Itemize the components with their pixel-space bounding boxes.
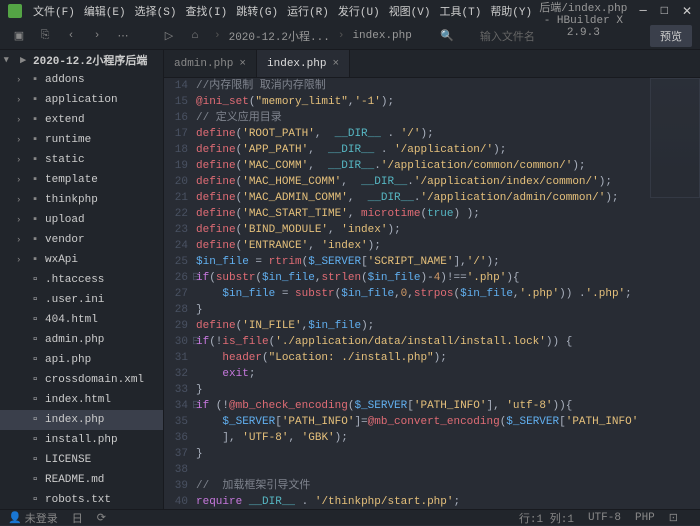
search-icon[interactable]: 🔍 <box>436 25 458 47</box>
menu-item[interactable]: 发行(U) <box>335 3 383 19</box>
minimize-button[interactable]: ─ <box>640 4 647 19</box>
tree-file[interactable]: ▫.user.ini <box>0 290 163 310</box>
editor-tab[interactable]: admin.php× <box>164 50 257 77</box>
file-explorer: ▾▸2020-12.2小程序后端 ›▪addons›▪application›▪… <box>0 50 164 509</box>
breadcrumb[interactable]: 2020-12.2小程... <box>225 28 334 44</box>
menu-item[interactable]: 跳转(G) <box>233 3 281 19</box>
menu-item[interactable]: 帮助(Y) <box>487 3 535 19</box>
tree-folder[interactable]: ›▪application <box>0 90 163 110</box>
preview-button[interactable]: 预览 <box>650 25 692 47</box>
tree-folder[interactable]: ›▪addons <box>0 70 163 90</box>
menu-item[interactable]: 选择(S) <box>132 3 180 19</box>
close-icon[interactable]: × <box>332 58 339 70</box>
tree-folder[interactable]: ›▪extend <box>0 110 163 130</box>
tree-folder[interactable]: ›▪static <box>0 150 163 170</box>
status-bar: 👤 未登录 日 ⟳ 行:1 列:1 UTF-8 PHP ⊡ <box>0 509 700 525</box>
tree-file[interactable]: ▫api.php <box>0 350 163 370</box>
close-icon[interactable]: × <box>239 58 246 70</box>
sync-icon[interactable]: 日 <box>72 510 83 526</box>
editor: admin.php×index.php× 1415161718192021222… <box>164 50 700 509</box>
tree-file[interactable]: ▫.htaccess <box>0 270 163 290</box>
code-area[interactable]: 14151617181920212223242526⊟27282930⊟3132… <box>164 78 700 509</box>
menu-item[interactable]: 工具(T) <box>437 3 485 19</box>
ellipsis-icon[interactable]: ⋯ <box>112 25 134 47</box>
tree-file[interactable]: ▫index.php <box>0 410 163 430</box>
language-mode[interactable]: PHP <box>635 512 655 524</box>
cursor-position[interactable]: 行:1 列:1 <box>519 510 574 526</box>
tree-file[interactable]: ▫robots.txt <box>0 490 163 509</box>
tree-folder[interactable]: ›▪runtime <box>0 130 163 150</box>
tree-file[interactable]: ▫install.php <box>0 430 163 450</box>
title-bar: 文件(F)编辑(E)选择(S)查找(I)跳转(G)运行(R)发行(U)视图(V)… <box>0 0 700 22</box>
editor-tab[interactable]: index.php× <box>257 50 350 77</box>
tree-file[interactable]: ▫index.html <box>0 390 163 410</box>
tree-folder[interactable]: ›▪thinkphp <box>0 190 163 210</box>
close-button[interactable]: ✕ <box>682 4 692 19</box>
menu-item[interactable]: 视图(V) <box>386 3 434 19</box>
back-icon[interactable]: ‹ <box>60 25 82 47</box>
explorer-icon[interactable]: ▣ <box>8 25 30 47</box>
tree-file[interactable]: ▫README.md <box>0 470 163 490</box>
tree-file[interactable]: ▫LICENSE <box>0 450 163 470</box>
breadcrumb[interactable]: index.php <box>348 30 415 42</box>
run-icon[interactable]: ▷ <box>158 25 180 47</box>
forward-icon[interactable]: › <box>86 25 108 47</box>
editor-tabs: admin.php×index.php× <box>164 50 700 78</box>
menu-item[interactable]: 编辑(E) <box>81 3 129 19</box>
tree-folder[interactable]: ›▪wxApi <box>0 250 163 270</box>
tree-folder[interactable]: ›▪template <box>0 170 163 190</box>
maximize-button[interactable]: □ <box>661 4 668 19</box>
terminal-icon[interactable]: ⊡ <box>669 511 678 525</box>
search-input[interactable]: 输入文件名 <box>474 28 574 44</box>
menu-item[interactable]: 运行(R) <box>284 3 332 19</box>
menu-item[interactable]: 文件(F) <box>30 3 78 19</box>
menu-item[interactable]: 查找(I) <box>182 3 230 19</box>
tree-root[interactable]: ▾▸2020-12.2小程序后端 <box>0 50 163 70</box>
home-icon[interactable]: ⌂ <box>184 25 206 47</box>
encoding[interactable]: UTF-8 <box>588 512 621 524</box>
tree-folder[interactable]: ›▪vendor <box>0 230 163 250</box>
minimap[interactable] <box>650 78 700 198</box>
user-icon[interactable]: 👤 未登录 <box>8 510 58 526</box>
sync-icon[interactable]: ⟳ <box>97 511 106 525</box>
app-logo-icon <box>8 4 22 18</box>
new-file-icon[interactable]: ⎘ <box>34 25 56 47</box>
tree-file[interactable]: ▫crossdomain.xml <box>0 370 163 390</box>
tree-file[interactable]: ▫404.html <box>0 310 163 330</box>
menu-bar: 文件(F)编辑(E)选择(S)查找(I)跳转(G)运行(R)发行(U)视图(V)… <box>30 3 535 19</box>
tree-folder[interactable]: ›▪upload <box>0 210 163 230</box>
tree-file[interactable]: ▫admin.php <box>0 330 163 350</box>
